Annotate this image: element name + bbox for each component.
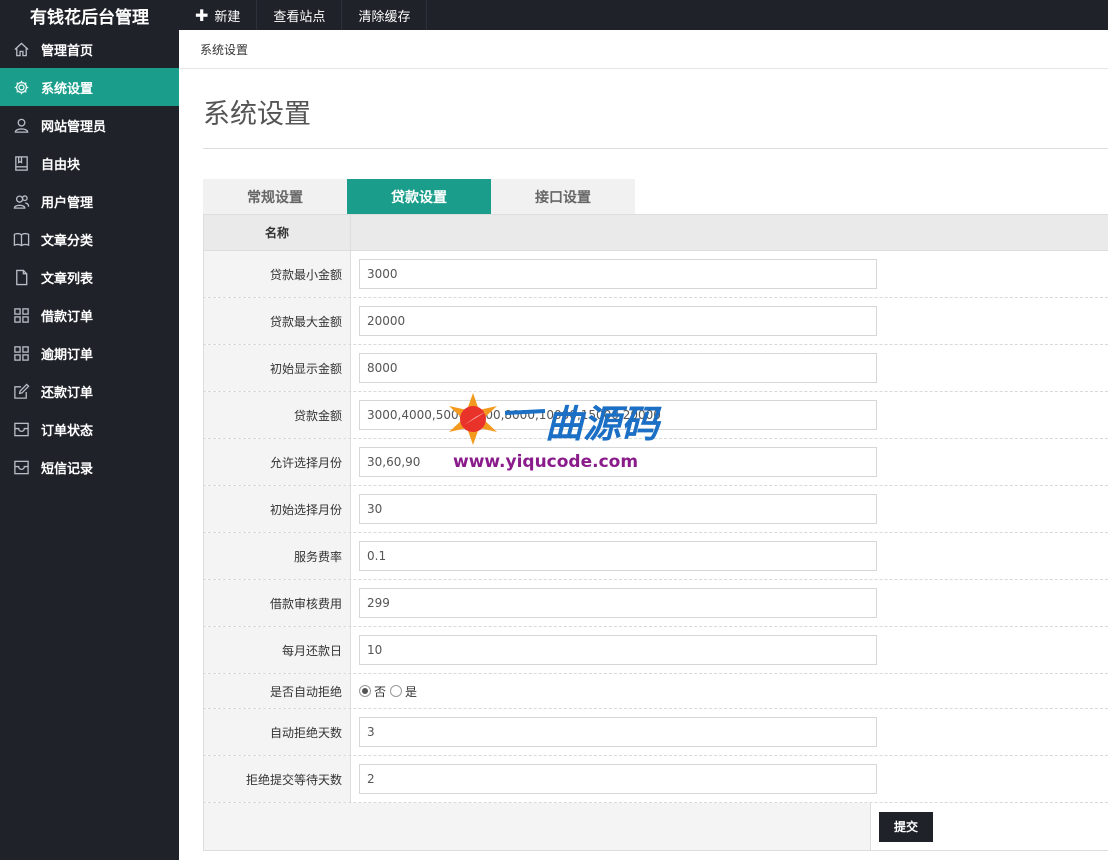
sidebar-item-article-categories[interactable]: 文章分类 (0, 220, 179, 258)
home-icon (12, 40, 30, 58)
new-label: 新建 (214, 9, 241, 25)
sidebar-item-repayment-orders[interactable]: 还款订单 (0, 372, 179, 410)
sidebar-item-label: 管理首页 (41, 43, 94, 59)
sidebar-item-label: 订单状态 (41, 423, 94, 439)
breadcrumb: 系统设置 (179, 30, 1108, 69)
auto-reject-no-radio[interactable] (359, 685, 371, 697)
sidebar-item-label: 还款订单 (41, 385, 94, 401)
grid-icon (12, 344, 30, 362)
tab-general-settings[interactable]: 常规设置 (203, 179, 347, 214)
form-row: 贷款最小金额 3000 (203, 251, 1108, 298)
divider (203, 148, 1108, 149)
inbox-icon (12, 458, 30, 476)
sidebar-item-article-list[interactable]: 文章列表 (0, 258, 179, 296)
clear-cache-button[interactable]: 清除缓存 (342, 0, 428, 30)
submit-row: 提交 (203, 803, 1108, 851)
form-row: 借款审核费用 299 (203, 580, 1108, 627)
form-row: 是否自动拒绝 否 是 (203, 674, 1108, 709)
sidebar-item-label: 借款订单 (41, 309, 94, 325)
reject-wait-days-input[interactable]: 2 (359, 764, 877, 794)
sidebar-item-admins[interactable]: 网站管理员 (0, 106, 179, 144)
settings-form: 名称 贷款最小金额 3000 贷款最大金额 20000 初始显示金额 8000 … (203, 214, 1108, 851)
sidebar-item-label: 用户管理 (41, 195, 94, 211)
allowed-months-input[interactable]: 30,60,90 (359, 447, 877, 477)
field-label: 拒绝提交等待天数 (203, 756, 351, 802)
review-fee-input[interactable]: 299 (359, 588, 877, 618)
file-icon (12, 268, 30, 286)
max-loan-amount-input[interactable]: 20000 (359, 306, 877, 336)
sidebar-item-users[interactable]: 用户管理 (0, 182, 179, 220)
field-label: 初始显示金额 (203, 345, 351, 391)
users-icon (12, 192, 30, 210)
form-row: 拒绝提交等待天数 2 (203, 756, 1108, 803)
auto-reject-yes-radio[interactable] (390, 685, 403, 697)
top-bar: 有钱花后台管理 ✚ 新建 查看站点 清除缓存 (0, 0, 1108, 30)
field-label: 允许选择月份 (203, 439, 351, 485)
grid-icon (12, 306, 30, 324)
tab-loan-settings[interactable]: 贷款设置 (347, 179, 491, 214)
min-loan-amount-input[interactable]: 3000 (359, 259, 877, 289)
monthly-repayment-day-input[interactable]: 10 (359, 635, 877, 665)
loan-amounts-input[interactable]: 3000,4000,5000,6000,8000,10000,15000,200… (359, 400, 877, 430)
radio-label: 是 (405, 684, 418, 699)
edit-icon (12, 382, 30, 400)
initial-display-amount-input[interactable]: 8000 (359, 353, 877, 383)
auto-reject-days-input[interactable]: 3 (359, 717, 877, 747)
new-button[interactable]: ✚ 新建 (179, 0, 258, 30)
sidebar-item-system-settings[interactable]: 系统设置 (0, 68, 179, 106)
form-row: 服务费率 0.1 (203, 533, 1108, 580)
field-label: 贷款最大金额 (203, 298, 351, 344)
sidebar-item-loan-orders[interactable]: 借款订单 (0, 296, 179, 334)
sidebar-item-home[interactable]: 管理首页 (0, 30, 179, 68)
sidebar: 管理首页 系统设置 网站管理员 自由块 用户管理 文章分类 文章列表 借款订单 … (0, 30, 179, 860)
sidebar-item-label: 系统设置 (41, 81, 94, 97)
submit-button[interactable]: 提交 (879, 811, 933, 842)
view-site-link[interactable]: 查看站点 (257, 0, 343, 30)
field-label: 贷款金额 (203, 392, 351, 438)
top-nav: ✚ 新建 查看站点 清除缓存 (179, 0, 428, 30)
initial-month-input[interactable]: 30 (359, 494, 877, 524)
plus-icon: ✚ (195, 5, 209, 25)
sidebar-item-free-blocks[interactable]: 自由块 (0, 144, 179, 182)
sidebar-item-label: 网站管理员 (41, 119, 107, 135)
field-label: 借款审核费用 (203, 580, 351, 626)
sidebar-item-label: 自由块 (41, 157, 81, 173)
field-label: 初始选择月份 (203, 486, 351, 532)
service-fee-rate-input[interactable]: 0.1 (359, 541, 877, 571)
settings-tabs: 常规设置 贷款设置 接口设置 (203, 179, 635, 214)
main-content: 系统设置 系统设置 常规设置 贷款设置 接口设置 名称 贷款最小金额 3000 … (179, 30, 1108, 860)
sidebar-item-label: 文章列表 (41, 271, 94, 287)
field-label: 贷款最小金额 (203, 251, 351, 297)
form-row: 每月还款日 10 (203, 627, 1108, 674)
form-row: 自动拒绝天数 3 (203, 709, 1108, 756)
header-name: 名称 (203, 215, 351, 250)
sidebar-item-order-status[interactable]: 订单状态 (0, 410, 179, 448)
form-row: 初始选择月份 30 (203, 486, 1108, 533)
form-row: 允许选择月份 30,60,90 (203, 439, 1108, 486)
form-row: 贷款最大金额 20000 (203, 298, 1108, 345)
auto-reject-radio-group: 否 是 (359, 683, 421, 700)
sidebar-item-sms-records[interactable]: 短信记录 (0, 448, 179, 486)
tab-api-settings[interactable]: 接口设置 (491, 179, 635, 214)
table-header: 名称 (203, 215, 1108, 251)
field-label: 每月还款日 (203, 627, 351, 673)
page-title: 系统设置 (203, 99, 311, 130)
book-icon (12, 154, 30, 172)
user-icon (12, 116, 30, 134)
header-value (351, 215, 1108, 250)
sidebar-item-label: 逾期订单 (41, 347, 94, 363)
open-book-icon (12, 230, 30, 248)
form-row: 初始显示金额 8000 (203, 345, 1108, 392)
form-row: 贷款金额 3000,4000,5000,6000,8000,10000,1500… (203, 392, 1108, 439)
field-label: 是否自动拒绝 (203, 674, 351, 708)
field-label: 自动拒绝天数 (203, 709, 351, 755)
gear-icon (12, 78, 30, 96)
sidebar-item-overdue-orders[interactable]: 逾期订单 (0, 334, 179, 372)
brand-title[interactable]: 有钱花后台管理 (0, 0, 179, 30)
sidebar-item-label: 短信记录 (41, 461, 94, 477)
field-label: 服务费率 (203, 533, 351, 579)
inbox-icon (12, 420, 30, 438)
sidebar-item-label: 文章分类 (41, 233, 94, 249)
radio-label: 否 (374, 684, 387, 699)
